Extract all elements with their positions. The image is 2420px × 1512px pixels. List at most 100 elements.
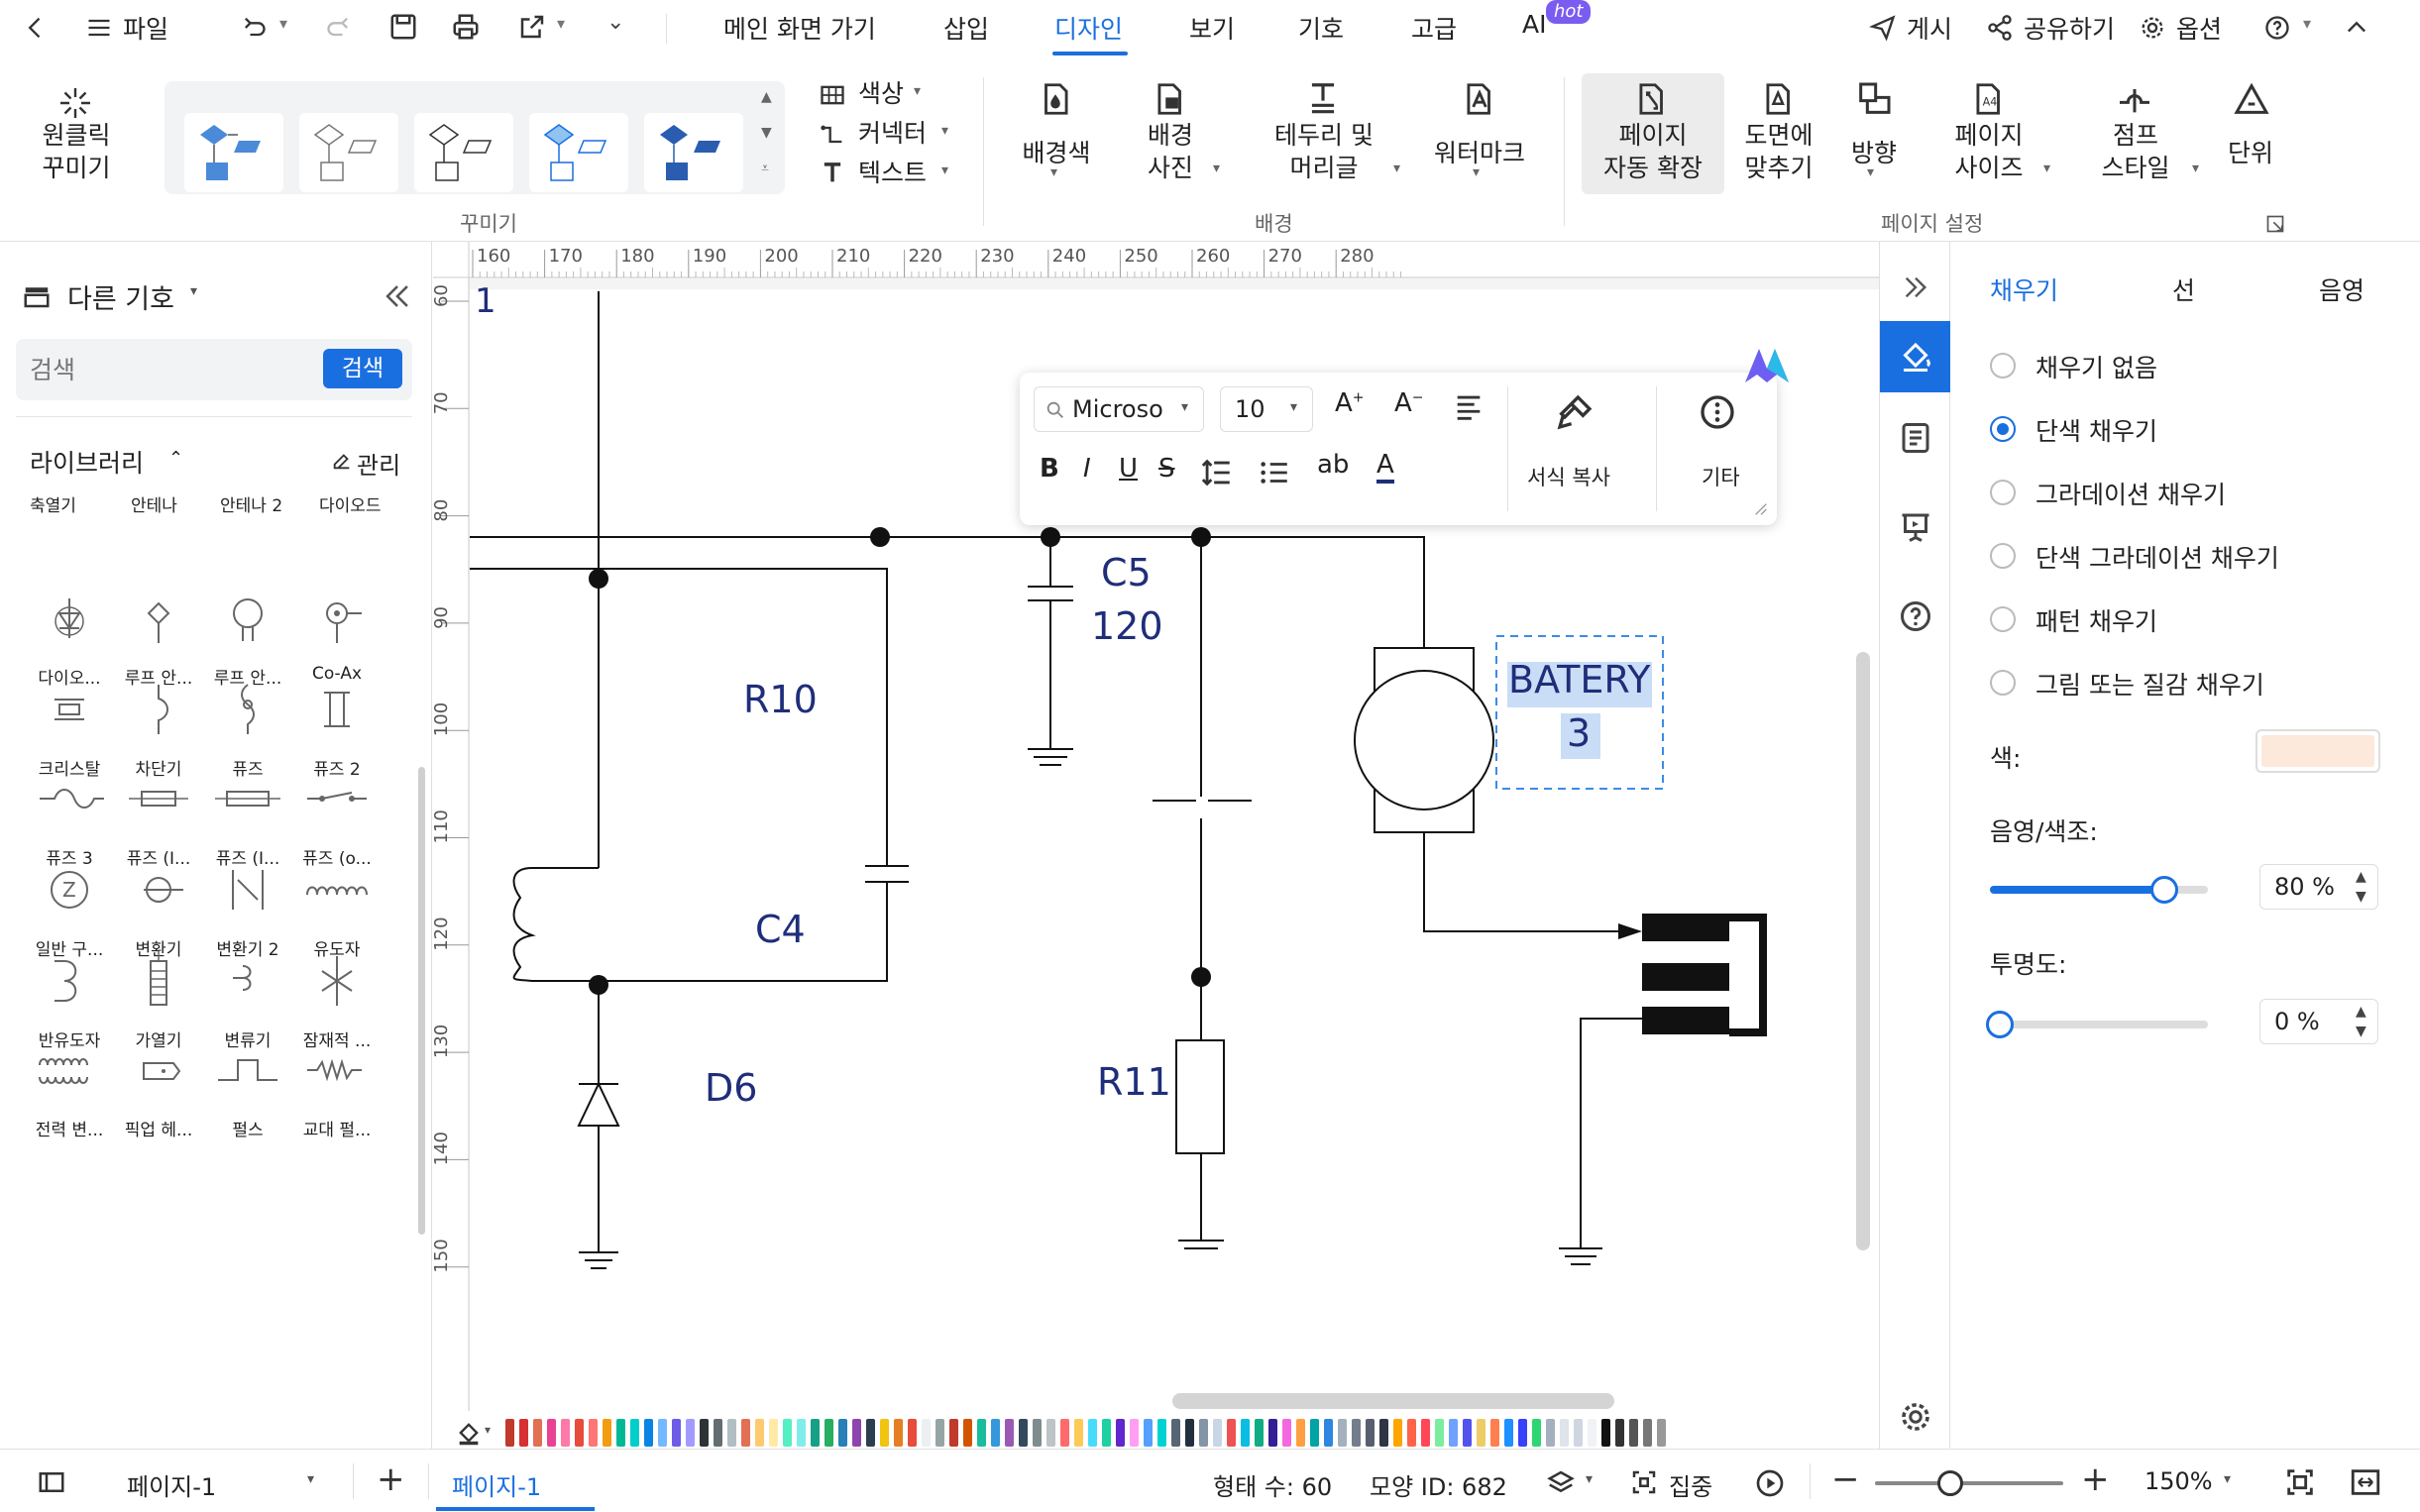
shade-slider-track[interactable]: [1990, 876, 2208, 904]
palette-swatch[interactable]: [1046, 1419, 1055, 1447]
symbol-item[interactable]: Co-Ax: [287, 579, 386, 684]
palette-swatch[interactable]: [1116, 1419, 1125, 1447]
help-circle-icon[interactable]: [1898, 598, 1933, 634]
palette-swatch[interactable]: [1560, 1419, 1569, 1447]
palette-swatch[interactable]: [977, 1419, 986, 1447]
palette-swatch[interactable]: [1574, 1419, 1583, 1447]
palette-swatch[interactable]: [1185, 1419, 1194, 1447]
more-chevron-icon[interactable]: ⌄: [606, 10, 624, 35]
page-size-dropdown-icon[interactable]: ▾: [2043, 161, 2050, 176]
palette-swatch[interactable]: [519, 1419, 528, 1447]
oneclick-beautify-button[interactable]: 원클릭 꾸미기: [22, 119, 131, 184]
palette-swatch[interactable]: [672, 1419, 681, 1447]
palette-swatch[interactable]: [1366, 1419, 1375, 1447]
palette-swatch[interactable]: [727, 1419, 736, 1447]
palette-swatch[interactable]: [963, 1419, 972, 1447]
palette-swatch[interactable]: [1255, 1419, 1264, 1447]
palette-swatch[interactable]: [505, 1419, 514, 1447]
hamburger-icon[interactable]: [85, 14, 113, 42]
font-shrink-icon[interactable]: A−: [1394, 388, 1424, 418]
strikethrough-icon[interactable]: S: [1158, 454, 1175, 484]
label-c5[interactable]: C5: [1101, 551, 1152, 594]
palette-swatch[interactable]: [991, 1419, 1000, 1447]
palette-swatch[interactable]: [714, 1419, 722, 1447]
bg-color-dropdown-icon[interactable]: ▾: [1050, 164, 1057, 180]
fit-width-icon[interactable]: [2349, 1465, 2382, 1499]
palette-swatch[interactable]: [1657, 1419, 1666, 1447]
format-copy-button[interactable]: 서식 복사: [1527, 462, 1610, 491]
font-select[interactable]: Microso ▾: [1034, 386, 1204, 432]
palette-swatch[interactable]: [561, 1419, 570, 1447]
print-icon[interactable]: [450, 12, 482, 42]
help-dropdown-icon[interactable]: ▾: [2303, 14, 2311, 33]
palette-swatch[interactable]: [1338, 1419, 1347, 1447]
palette-swatch[interactable]: [700, 1419, 709, 1447]
underline-icon[interactable]: U: [1119, 454, 1138, 484]
option-picture-fill[interactable]: 그림 또는 질감 채우기: [2035, 666, 2264, 702]
style-preset-1[interactable]: [184, 113, 283, 192]
palette-swatch[interactable]: [1199, 1419, 1208, 1447]
unit-button[interactable]: 단위: [2216, 137, 2285, 169]
palette-swatch[interactable]: [644, 1419, 653, 1447]
library-label[interactable]: 라이브러리: [30, 444, 144, 480]
orientation-dropdown-icon[interactable]: ▾: [1867, 164, 1874, 180]
palette-swatch[interactable]: [1463, 1419, 1472, 1447]
option-pattern-fill[interactable]: 패턴 채우기: [2035, 602, 2157, 638]
more-options-icon[interactable]: [1698, 392, 1737, 432]
palette-swatch[interactable]: [1227, 1419, 1236, 1447]
zoom-slider-knob[interactable]: [1937, 1470, 1963, 1496]
transparency-slider-knob[interactable]: [1986, 1011, 2014, 1038]
focus-button[interactable]: 집중: [1669, 1467, 1712, 1502]
label-r10[interactable]: R10: [743, 678, 818, 721]
options-button[interactable]: 옵션: [2176, 10, 2222, 46]
canvas-vertical-scrollbar[interactable]: [1856, 652, 1870, 1250]
tab-shadow[interactable]: 음영: [2319, 271, 2365, 307]
gallery-expand-icon[interactable]: ⩡: [761, 161, 769, 176]
settings-gear-icon[interactable]: [1898, 1399, 1933, 1435]
palette-swatch[interactable]: [1296, 1419, 1305, 1447]
palette-swatch[interactable]: [589, 1419, 598, 1447]
panel-title[interactable]: 다른 기호: [67, 277, 174, 316]
palette-swatch[interactable]: [852, 1419, 861, 1447]
page-size-button[interactable]: 페이지 사이즈: [1944, 119, 2034, 184]
transparency-slider-track[interactable]: [1986, 1011, 2208, 1038]
italic-icon[interactable]: I: [1083, 454, 1091, 484]
tab-view[interactable]: 보기: [1189, 10, 1235, 46]
palette-swatch[interactable]: [1213, 1419, 1222, 1447]
presentation-icon[interactable]: [1898, 509, 1933, 545]
export-dropdown-icon[interactable]: ▾: [557, 14, 565, 33]
tab-design[interactable]: 디자인: [1054, 10, 1123, 46]
page-tab[interactable]: 페이지-1: [452, 1467, 541, 1502]
radio-gradient-fill[interactable]: [1990, 480, 2016, 505]
page-properties-icon[interactable]: [1898, 420, 1933, 456]
page-select-dropdown-icon[interactable]: ▾: [307, 1471, 314, 1487]
palette-swatch[interactable]: [1504, 1419, 1513, 1447]
color-button[interactable]: 색상: [858, 77, 904, 110]
palette-swatch[interactable]: [1379, 1419, 1388, 1447]
jump-style-button[interactable]: 점프 스타일: [2091, 119, 2180, 184]
gallery-scroll-up-icon[interactable]: ▲: [761, 89, 772, 105]
palette-swatch[interactable]: [922, 1419, 931, 1447]
page-setup-launcher-icon[interactable]: [2265, 214, 2285, 234]
library-collapse-icon[interactable]: ⌃: [168, 448, 183, 469]
palette-swatch[interactable]: [1088, 1419, 1097, 1447]
palette-swatch[interactable]: [935, 1419, 944, 1447]
top-label-4[interactable]: 다이오드: [319, 491, 382, 516]
bullet-list-icon[interactable]: [1258, 456, 1291, 489]
top-label-2[interactable]: 안테나: [131, 491, 177, 516]
zoom-dropdown-icon[interactable]: ▾: [2224, 1471, 2231, 1487]
page-panel-toggle-icon[interactable]: [34, 1467, 69, 1497]
palette-swatch[interactable]: [1421, 1419, 1430, 1447]
tab-insert[interactable]: 삽입: [943, 10, 989, 46]
style-preset-2[interactable]: [299, 113, 398, 192]
color-dropdown-icon[interactable]: ▾: [914, 83, 921, 99]
auto-expand-button[interactable]: 페이지 자동 확장: [1586, 119, 1720, 184]
palette-swatch[interactable]: [797, 1419, 806, 1447]
palette-swatch[interactable]: [1477, 1419, 1485, 1447]
radio-picture-fill[interactable]: [1990, 670, 2016, 696]
bg-photo-dropdown-icon[interactable]: ▾: [1213, 161, 1220, 176]
more-button[interactable]: 기타: [1702, 462, 1740, 491]
share-button[interactable]: 공유하기: [2024, 10, 2115, 46]
palette-swatch[interactable]: [1310, 1419, 1319, 1447]
palette-swatch[interactable]: [1157, 1419, 1166, 1447]
